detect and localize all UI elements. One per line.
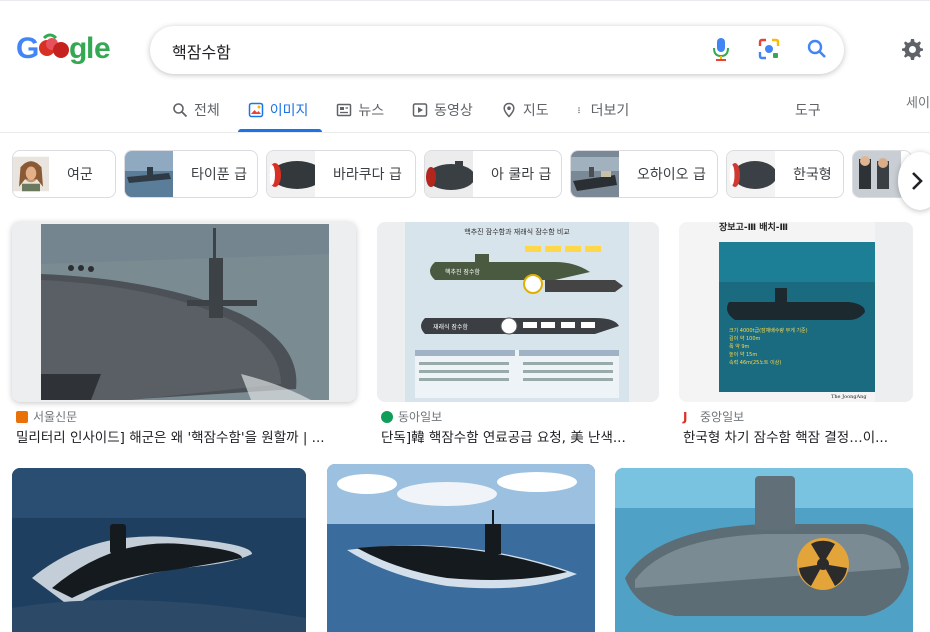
search-input[interactable]: 핵잠수함	[172, 39, 231, 63]
top-divider	[0, 0, 930, 1]
infographic-line: 속력 46m(25노트 이상)	[729, 359, 781, 366]
infographic-line: 크기 4000t급(잠재배수량 무게 기준)	[729, 327, 808, 334]
chip-label: 여군	[67, 167, 93, 183]
chip-label: 바라쿠다 급	[333, 167, 402, 183]
search-box[interactable]: 핵잠수함	[150, 26, 844, 74]
infographic-credit: The JoongAng	[831, 394, 867, 400]
result-image[interactable]	[12, 222, 356, 402]
chip-ohio-class[interactable]: 오하이오 급	[570, 150, 718, 198]
chip-thumbnail	[853, 151, 901, 197]
result-source-name: 동아일보	[398, 410, 443, 424]
tab-maps[interactable]: 지도	[501, 98, 549, 132]
chip-label: 오하이오 급	[637, 167, 706, 183]
infographic-top-label: 핵추진 잠수함	[445, 268, 481, 276]
result-title[interactable]: 단독]韓 핵잠수함 연료공급 요청, 美 난색...	[381, 426, 653, 446]
favicon: J	[683, 409, 688, 424]
google-doodle-logo[interactable]: G g l e	[16, 28, 112, 68]
chip-barracuda-class[interactable]: 바라쿠다 급	[266, 150, 416, 198]
chip-thumbnail	[571, 151, 619, 197]
tab-label: 더보기	[590, 103, 630, 119]
more-vert-icon	[577, 107, 580, 114]
infographic-heading: 장보고-Ⅲ 배치-Ⅲ	[719, 222, 788, 233]
search-tabs: 전체 이미지 뉴스 동영상 지도 더보기	[172, 98, 657, 132]
infographic-line: 높이 약 15m	[729, 351, 757, 358]
tab-label: 지도	[522, 103, 549, 119]
chip-thumbnail	[267, 151, 315, 197]
result-title[interactable]: 밀리터리 인사이드] 해군은 왜 '핵잠수함'을 원할까 | ...	[16, 426, 360, 446]
tab-label: 이미지	[269, 103, 309, 119]
result-title[interactable]: 한국형 차기 잠수함 핵잠 결정…이...	[683, 426, 911, 446]
chip-label: 아 쿨라 급	[491, 167, 552, 183]
result-source[interactable]: 동아일보	[381, 408, 442, 425]
tab-news[interactable]: 뉴스	[336, 98, 384, 132]
chip-label: 타이푼 급	[191, 167, 247, 183]
svg-text:g: g	[69, 32, 87, 65]
favicon	[16, 410, 28, 423]
tab-label: 동영상	[434, 103, 473, 119]
chip-thumbnail	[727, 151, 775, 197]
tab-all[interactable]: 전체	[172, 98, 220, 132]
tab-label: 전체	[194, 103, 220, 119]
signin-link[interactable]: 세이	[906, 92, 930, 111]
related-chips: 여군 타이푼 급 바라쿠다 급 아 쿨라 급 오하이오 급 한국형	[12, 150, 912, 198]
result-image[interactable]: 핵추진 잠수함과 재래식 잠수함 비교 핵추진 잠수함 재래식 잠수함	[377, 222, 659, 402]
play-icon	[412, 103, 428, 117]
result-image[interactable]: 장보고-Ⅲ 배치-Ⅲ 크기 4000t급(잠재배수량 무게 기준) 길이 약 1…	[679, 222, 913, 402]
chip-thumbnail	[13, 156, 49, 192]
tabs-divider	[0, 132, 930, 133]
tab-images[interactable]: 이미지	[237, 98, 322, 132]
camera-lens-icon[interactable]	[756, 36, 782, 62]
image-icon	[248, 102, 264, 118]
result-source-name: 중앙일보	[700, 410, 745, 424]
result-image[interactable]	[327, 464, 595, 632]
svg-text:e: e	[94, 32, 111, 65]
chip-female-soldier[interactable]: 여군	[12, 150, 116, 198]
result-image[interactable]	[615, 468, 913, 632]
infographic-line: 길이 약 100m	[729, 335, 761, 342]
news-icon	[337, 103, 352, 117]
result-source[interactable]: J 중앙일보	[683, 408, 744, 425]
result-image[interactable]	[12, 468, 306, 632]
gear-icon[interactable]	[900, 37, 924, 61]
svg-text:G: G	[16, 32, 39, 65]
infographic-bottom-label: 재래식 잠수함	[433, 323, 469, 331]
chip-akula-class[interactable]: 아 쿨라 급	[424, 150, 562, 198]
favicon	[381, 410, 393, 423]
microphone-icon[interactable]	[708, 36, 734, 62]
tab-label: 뉴스	[358, 103, 385, 119]
chip-typhoon-class[interactable]: 타이푼 급	[124, 150, 258, 198]
chip-korean-type[interactable]: 한국형	[726, 150, 844, 198]
tools-button[interactable]: 도구	[795, 100, 821, 120]
search-icon[interactable]	[804, 36, 830, 62]
search-icon	[173, 103, 188, 118]
chevron-right-icon[interactable]	[898, 152, 930, 210]
infographic-line: 폭 약 9m	[729, 343, 750, 350]
chip-thumbnail	[125, 151, 173, 197]
chip-thumbnail	[425, 151, 473, 197]
map-pin-icon	[503, 102, 515, 118]
tab-more[interactable]: 더보기	[577, 98, 630, 132]
result-source-name: 서울신문	[33, 410, 78, 424]
result-source[interactable]: 서울신문	[16, 408, 77, 425]
tab-videos[interactable]: 동영상	[412, 98, 473, 132]
infographic-heading: 핵추진 잠수함과 재래식 잠수함 비교	[464, 227, 570, 236]
chip-label: 한국형	[793, 167, 832, 183]
